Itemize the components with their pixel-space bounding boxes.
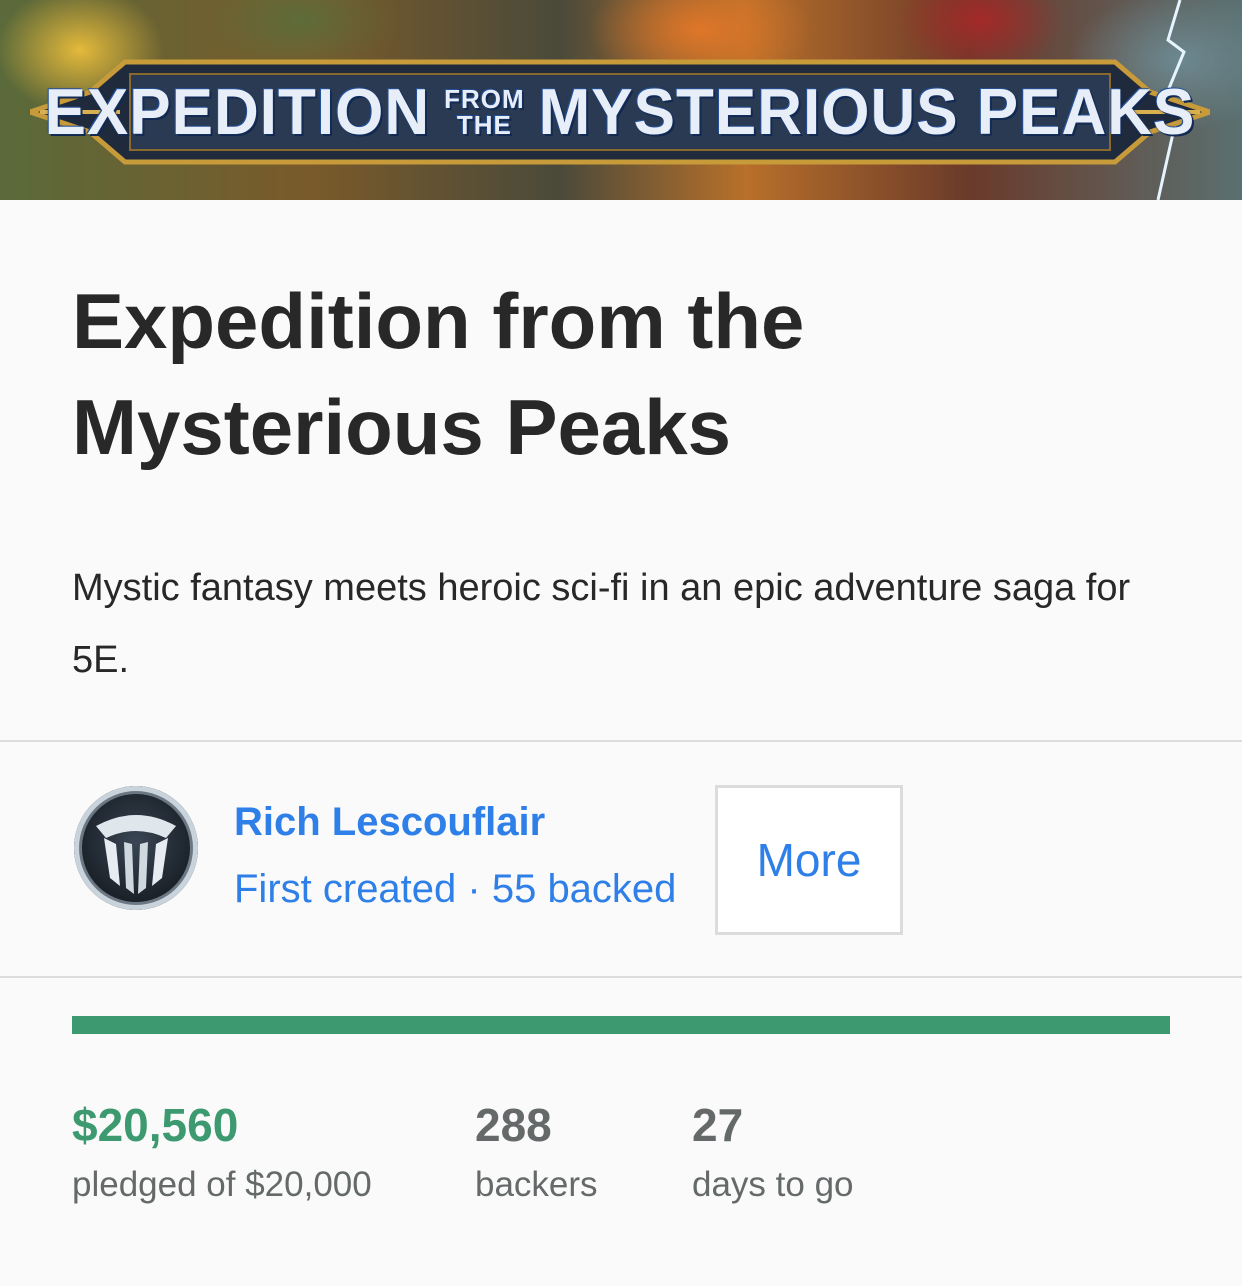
project-page: EXPEDITION FROM THE MYSTERIOUS PEAKS Exp… — [0, 0, 1242, 1286]
backers-count: 288 — [475, 1099, 552, 1151]
creator-avatar[interactable] — [74, 786, 198, 910]
creator-name-link[interactable]: Rich Lescouflair — [234, 800, 545, 845]
hero-word-from: FROM — [444, 84, 525, 114]
project-blurb: Mystic fantasy meets heroic sci-fi in an… — [72, 567, 1131, 681]
pledged-label: pledged of $20,000 — [72, 1165, 372, 1204]
hero-title-text: EXPEDITION FROM THE MYSTERIOUS PEAKS — [30, 52, 1210, 172]
project-title: Expedition from the Mysterious Peaks — [72, 277, 805, 471]
pledged-amount: $20,560 — [72, 1099, 239, 1151]
divider — [0, 740, 1242, 742]
hero-title-plate: EXPEDITION FROM THE MYSTERIOUS PEAKS — [30, 52, 1210, 172]
backers-label: backers — [475, 1165, 598, 1204]
days-to-go-label: days to go — [692, 1165, 854, 1204]
hero-word-stack: FROM THE — [444, 86, 525, 138]
hero-word-mysterious-peaks: MYSTERIOUS PEAKS — [538, 75, 1196, 149]
divider — [0, 976, 1242, 978]
more-button[interactable]: More — [715, 785, 903, 935]
hero-word-the: THE — [456, 110, 512, 140]
days-to-go-count: 27 — [692, 1099, 744, 1151]
funding-progress-bar — [72, 1016, 1170, 1034]
hero-word-expedition: EXPEDITION — [44, 75, 431, 149]
funding-progress-fill — [72, 1016, 1170, 1034]
creator-logo-icon — [96, 815, 176, 894]
creator-meta-link[interactable]: First created · 55 backed — [234, 867, 676, 912]
hero-banner-image[interactable]: EXPEDITION FROM THE MYSTERIOUS PEAKS — [0, 0, 1242, 200]
